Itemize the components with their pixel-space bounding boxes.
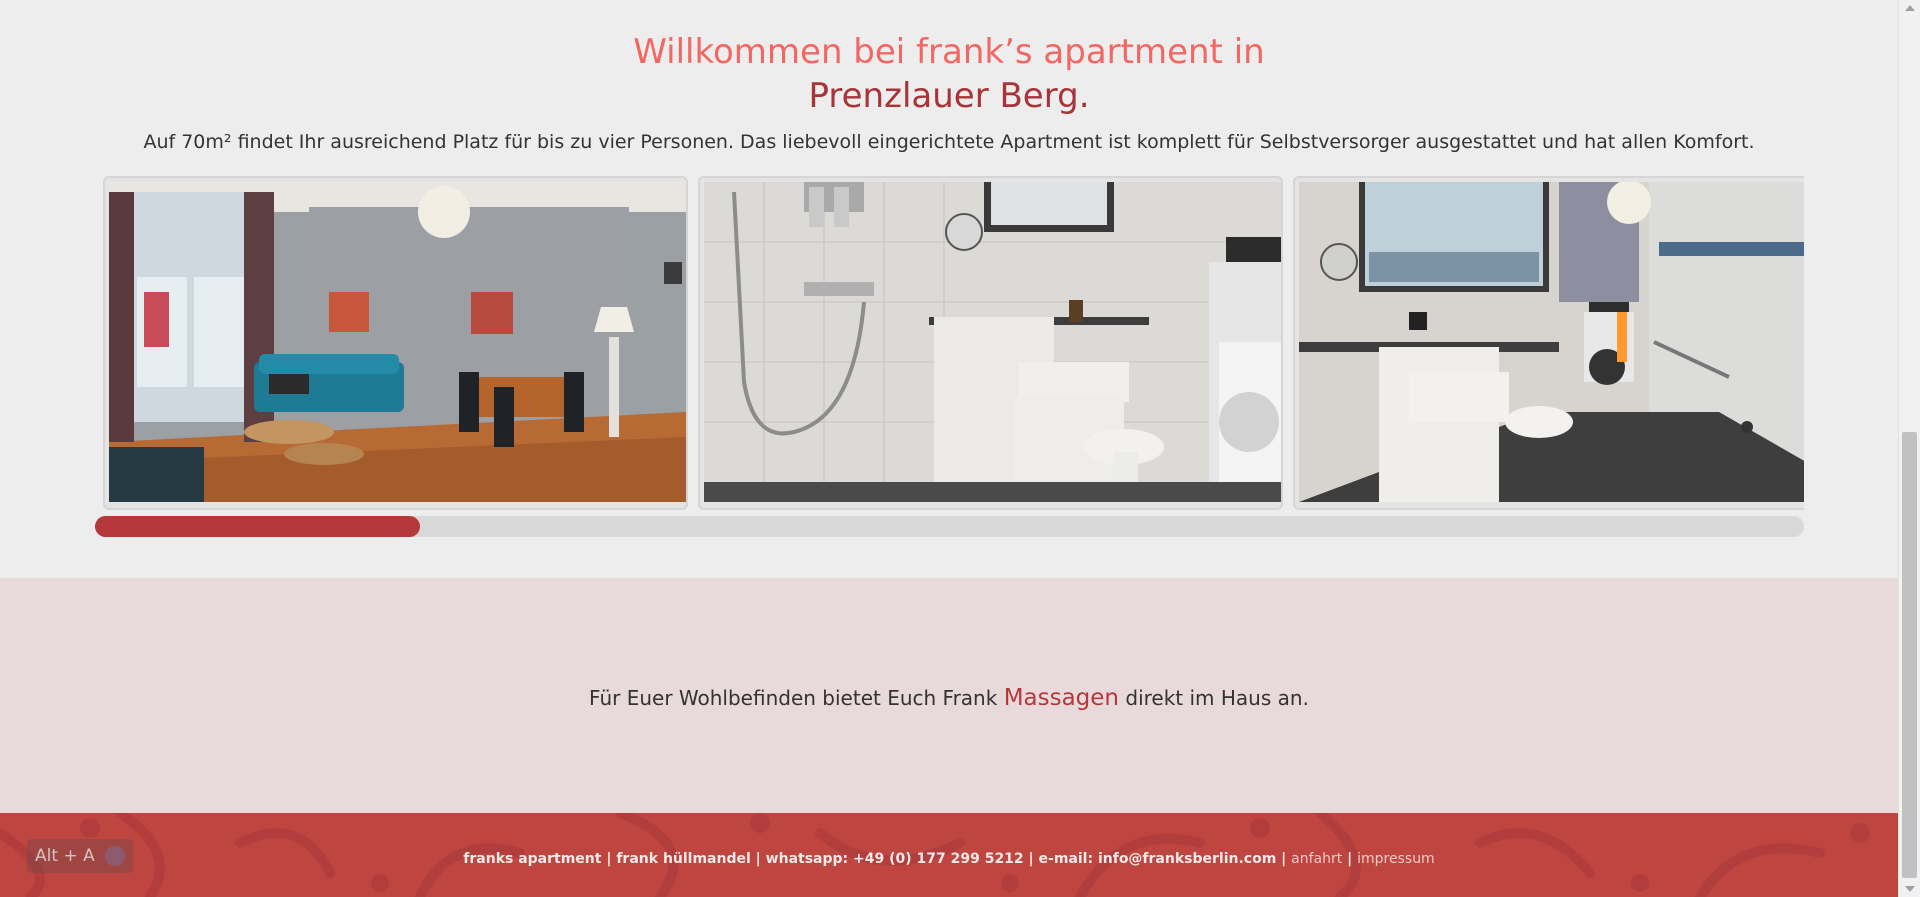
accessibility-icon	[105, 846, 125, 866]
page-scrollbar-thumb[interactable]	[1902, 432, 1917, 878]
title-line-1: Willkommen bei frank’s apartment in	[633, 32, 1265, 72]
massage-text-before: Für Euer Wohlbefinden bietet Euch Frank	[589, 686, 1004, 710]
footer-separator: |	[1342, 851, 1358, 867]
scroll-down-arrow-icon[interactable]	[1905, 886, 1915, 892]
gallery-scrollbar[interactable]	[95, 516, 1804, 537]
title-line-2: Prenzlauer Berg.	[808, 76, 1090, 116]
footer-separator: |	[1276, 851, 1292, 867]
footer-link-impressum[interactable]: impressum	[1357, 851, 1435, 867]
massage-link[interactable]: Massagen	[1004, 685, 1119, 711]
page: Willkommen bei frank’s apartment in Pren…	[0, 0, 1898, 897]
shower-bathroom-photo	[704, 182, 1281, 502]
scroll-up-arrow-icon[interactable]	[1905, 5, 1915, 11]
footer-whatsapp: whatsapp: +49 (0) 177 299 5212	[765, 851, 1024, 867]
footer-separator: |	[750, 851, 766, 867]
shortcut-label: Alt + A	[35, 846, 95, 866]
footer-separator: |	[601, 851, 617, 867]
gallery-slide-living-room[interactable]	[103, 176, 688, 510]
gallery-slide-bathroom-corridor[interactable]	[1293, 176, 1804, 510]
footer-link-anfahrt[interactable]: anfahrt	[1291, 851, 1342, 867]
footer-owner: frank hüllmandel	[616, 851, 751, 867]
photo-gallery[interactable]	[103, 176, 1804, 510]
accessibility-shortcut-badge[interactable]: Alt + A	[27, 839, 133, 873]
footer: franks apartment | frank hüllmandel | wh…	[0, 813, 1898, 897]
page-title: Willkommen bei frank’s apartment in Pren…	[0, 30, 1898, 118]
massage-text-after: direkt im Haus an.	[1119, 686, 1309, 710]
footer-email: e-mail: info@franksberlin.com	[1038, 851, 1277, 867]
footer-separator: |	[1023, 851, 1039, 867]
page-scrollbar[interactable]	[1898, 0, 1920, 897]
gallery-slide-shower[interactable]	[698, 176, 1283, 510]
bathroom-corridor-photo	[1299, 182, 1804, 502]
gallery-scrollbar-thumb[interactable]	[95, 516, 420, 537]
massage-text: Für Euer Wohlbefinden bietet Euch Frank …	[0, 683, 1898, 713]
massage-section: Für Euer Wohlbefinden bietet Euch Frank …	[0, 578, 1898, 814]
welcome-section: Willkommen bei frank’s apartment in Pren…	[0, 0, 1898, 578]
living-room-photo	[109, 182, 686, 502]
intro-text: Auf 70m² findet Ihr ausreichend Platz fü…	[143, 131, 1755, 153]
footer-company: franks apartment	[463, 851, 602, 867]
footer-contact-line: franks apartment | frank hüllmandel | wh…	[0, 849, 1898, 869]
